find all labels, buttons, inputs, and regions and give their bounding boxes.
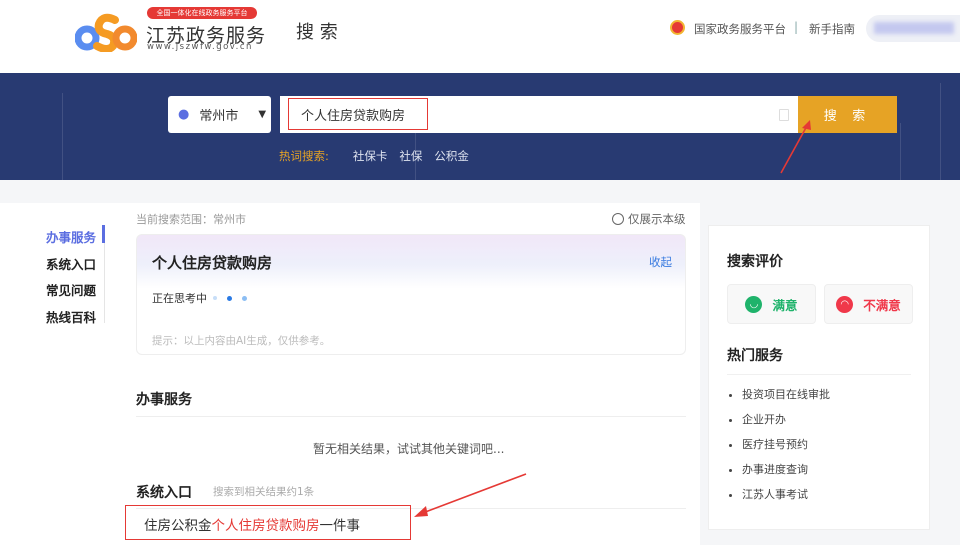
hot-service-item[interactable]: 医疗挂号预约 (742, 436, 830, 452)
active-indicator (102, 225, 105, 243)
thinking-label: 正在思考中 (152, 292, 207, 305)
ai-answer-card: 个人住房贷款购房 收起 正在思考中 提示：以上内容由AI生成，仅供参考。 (136, 234, 686, 355)
right-panel: 搜索评价 ◡ 满意 ◠ 不满意 热门服务 投资项目在线审批 企业开办 医疗挂号预… (708, 225, 930, 530)
collapse-link[interactable]: 收起 (649, 254, 672, 270)
hot-words-label: 热词搜索: (279, 149, 329, 163)
unsatisfied-button[interactable]: ◠ 不满意 (824, 284, 913, 324)
ai-hint: 提示：以上内容由AI生成，仅供参考。 (152, 335, 331, 347)
hot-service-item[interactable]: 投资项目在线审批 (742, 386, 830, 402)
frown-icon: ◠ (836, 295, 854, 313)
national-emblem-icon (670, 20, 685, 35)
hot-words: 热词搜索: 社保卡 社保 公积金 (279, 148, 469, 164)
sidebar: 办事服务 系统入口 常见问题 热线百科 (0, 203, 112, 545)
satisfied-label: 满意 (772, 297, 798, 313)
logo-icon[interactable] (74, 10, 138, 53)
only-level-radio[interactable]: 仅展示本级 (612, 211, 686, 227)
no-result-text: 暂无相关结果，试试其他关键词吧... (313, 442, 505, 456)
guide-link[interactable]: 新手指南 (809, 21, 855, 37)
hot-word[interactable]: 公积金 (434, 148, 469, 164)
national-platform-link[interactable]: 国家政务服务平台 (694, 21, 786, 37)
logo-url: www.jszwfw.gov.cn (147, 42, 253, 52)
sidebar-item-services[interactable]: 办事服务 (46, 227, 96, 246)
result-prefix: 住房公积金 (144, 518, 212, 534)
thinking-status: 正在思考中 (152, 290, 247, 306)
section-divider (136, 416, 686, 417)
hot-word[interactable]: 社保 (399, 148, 422, 164)
system-result-link[interactable]: 住房公积金个人住房贷款购房一件事 (125, 505, 411, 540)
sidebar-item-system[interactable]: 系统入口 (46, 254, 96, 273)
header: 全国一体化在线政务服务平台 江苏政务服务 www.jszwfw.gov.cn 搜… (0, 0, 960, 73)
system-result-count: 搜索到相关结果约1条 (213, 486, 315, 498)
city-label: 常州市 (199, 109, 239, 124)
search-query-text[interactable]: 个人住房贷款购房 (288, 98, 428, 130)
annotation-arrow-icon (414, 473, 527, 517)
loading-dot-icon (227, 295, 232, 301)
hot-word[interactable]: 社保卡 (353, 148, 388, 164)
hot-service-item[interactable]: 企业开办 (742, 411, 830, 427)
chevron-down-icon: ▼ (258, 109, 267, 120)
page-title: 搜 索 (296, 22, 338, 43)
loading-dot-icon (213, 296, 217, 300)
unsatisfied-label: 不满意 (863, 297, 901, 313)
hot-services-list: 投资项目在线审批 企业开办 医疗挂号预约 办事进度查询 江苏人事考试 (727, 386, 830, 511)
hot-service-item[interactable]: 江苏人事考试 (742, 486, 830, 502)
loading-dot-icon (242, 295, 247, 301)
logo-badge: 全国一体化在线政务服务平台 (147, 7, 257, 19)
satisfied-button[interactable]: ◡ 满意 (727, 284, 816, 324)
only-level-label: 仅展示本级 (628, 212, 686, 226)
user-avatar[interactable] (866, 15, 960, 42)
section-divider (727, 374, 911, 375)
system-section-title: 系统入口 (136, 485, 192, 501)
result-suffix: 一件事 (319, 518, 361, 534)
sidebar-item-hotline[interactable]: 热线百科 (46, 307, 96, 326)
sidebar-item-faq[interactable]: 常见问题 (46, 280, 96, 299)
ai-title: 个人住房贷款购房 (152, 254, 273, 272)
search-scope: 当前搜索范围：常州市 (136, 213, 246, 226)
annotation-arrow-icon (780, 120, 811, 174)
service-section-title: 办事服务 (136, 392, 192, 408)
eval-title: 搜索评价 (727, 254, 783, 270)
location-pin-icon: ● (178, 107, 190, 122)
city-select[interactable]: ● 常州市 ▼ (168, 96, 271, 133)
radio-circle-icon (612, 213, 624, 225)
smile-icon: ◡ (745, 295, 763, 313)
sidebar-divider (104, 243, 105, 323)
header-separator: | (794, 20, 799, 34)
hot-services-title: 热门服务 (727, 348, 783, 364)
hot-service-item[interactable]: 办事进度查询 (742, 461, 830, 477)
result-highlight: 个人住房贷款购房 (211, 518, 320, 534)
